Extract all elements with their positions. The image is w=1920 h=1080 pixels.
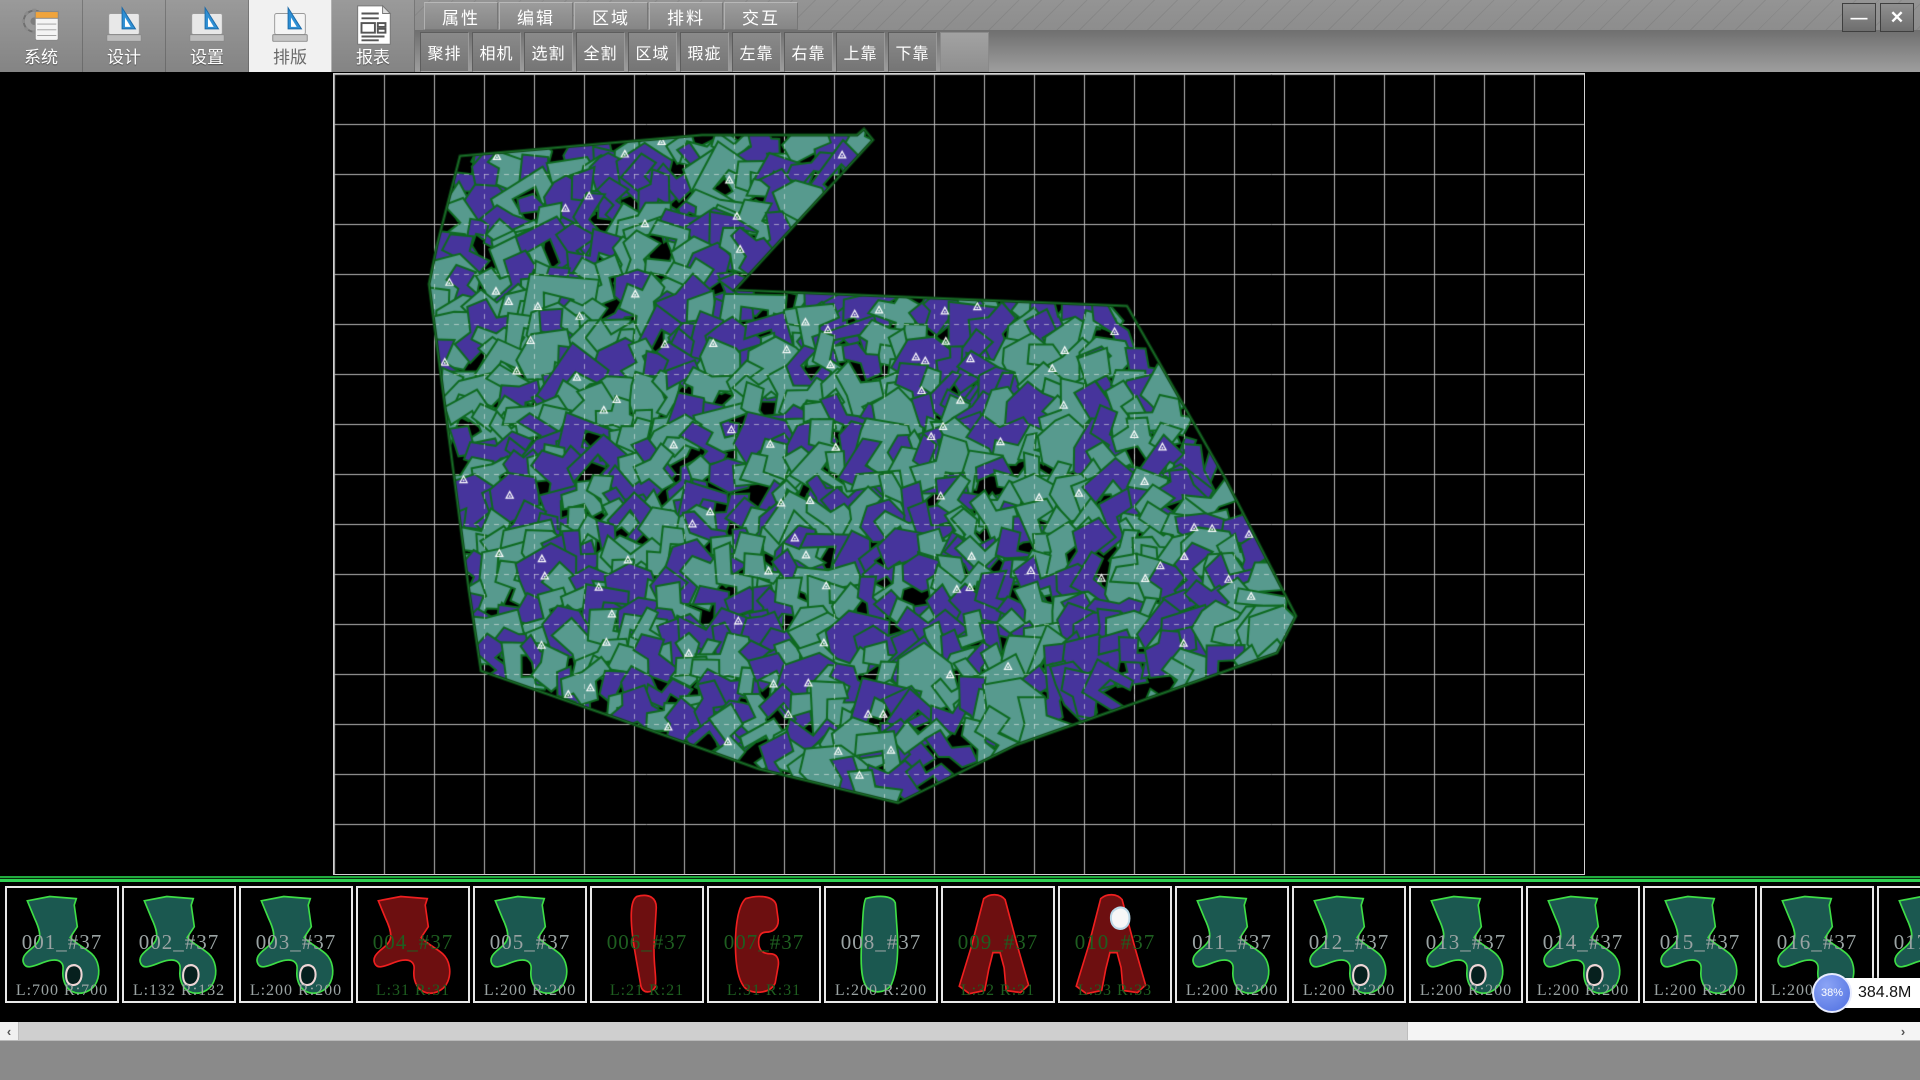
tool-button-6[interactable]: 瑕疵 <box>680 32 729 72</box>
tool-button-7[interactable]: 左靠 <box>732 32 781 72</box>
piece-thumbnail-012_#37[interactable]: 012_#37 L:200 R:200 <box>1292 886 1406 1003</box>
tool-bar: 聚排相机选割全割区域瑕疵左靠右靠上靠下靠 <box>420 32 989 72</box>
piece-name: 013_#37 <box>1411 930 1521 955</box>
piece-thumbnail-004_#37[interactable]: 004_#37 L:31 R:31 <box>356 886 470 1003</box>
app-tab-label: 设计 <box>107 48 141 68</box>
tool-button-1[interactable]: 聚排 <box>420 32 469 72</box>
piece-thumbnail-015_#37[interactable]: 015_#37 L:200 R:200 <box>1643 886 1757 1003</box>
piece-name: 002_#37 <box>124 930 234 955</box>
app-tab-label: 设置 <box>190 48 224 68</box>
piece-thumbnail-010_#37[interactable]: 010_#37 L:33 R:33 <box>1058 886 1172 1003</box>
piece-lr-count: L:33 R:33 <box>1060 982 1170 1000</box>
tool-button-5[interactable]: 区域 <box>628 32 677 72</box>
piece-thumbnail-002_#37[interactable]: 002_#37 L:132 R:132 <box>122 886 236 1003</box>
piece-name: 008_#37 <box>826 930 936 955</box>
main-toolbar: 系统设计设置排版报表 属性编辑区域排料交互 聚排相机选割全割区域瑕疵左靠右靠上靠… <box>0 0 1920 72</box>
tool-button-3[interactable]: 选割 <box>524 32 573 72</box>
piece-name: 014_#37 <box>1528 930 1638 955</box>
app-tab-report[interactable]: 报表 <box>332 0 415 72</box>
nest-canvas-frame <box>333 73 1585 875</box>
piece-name: 009_#37 <box>943 930 1053 955</box>
piece-lr-count: L:21 R:21 <box>592 982 702 1000</box>
tool-button-4[interactable]: 全割 <box>576 32 625 72</box>
piece-name: 005_#37 <box>475 930 585 955</box>
piece-lr-count: L:32 R:31 <box>943 982 1053 1000</box>
menu-item-5[interactable]: 交互 <box>724 2 798 30</box>
system-icon <box>18 2 64 48</box>
piece-name: 006_#37 <box>592 930 702 955</box>
piece-thumbnail-001_#37[interactable]: 001_#37 L:700 R:700 <box>5 886 119 1003</box>
piece-name: 007_#37 <box>709 930 819 955</box>
piece-thumbnail-008_#37[interactable]: 008_#37 L:200 R:200 <box>824 886 938 1003</box>
piece-lr-count: L:200 R:200 <box>475 982 585 1000</box>
piece-name: 003_#37 <box>241 930 351 955</box>
app-tab-label: 报表 <box>356 48 390 68</box>
menu-item-3[interactable]: 区域 <box>574 2 648 30</box>
tool-button-2[interactable]: 相机 <box>472 32 521 72</box>
app-tabs: 系统 设计 设置 排版 报表 <box>0 0 415 72</box>
scroll-left-icon[interactable]: ‹ <box>0 1022 18 1040</box>
settings-icon <box>184 2 230 48</box>
piece-thumbnail-006_#37[interactable]: 006_#37 L:21 R:21 <box>590 886 704 1003</box>
nesting-icon <box>267 2 313 48</box>
piece-lr-count: L:200 R:200 <box>1528 982 1638 1000</box>
piece-name: 017_#37 <box>1879 930 1920 955</box>
window-controls: — ✕ <box>1842 3 1914 32</box>
tool-button-blank <box>940 32 989 72</box>
tool-button-8[interactable]: 右靠 <box>784 32 833 72</box>
scrollbar-thumb[interactable] <box>18 1022 1408 1040</box>
piece-lr-count: L:200 R:200 <box>826 982 936 1000</box>
piece-lr-count: L:200 R:200 <box>1645 982 1755 1000</box>
piece-thumbnail-014_#37[interactable]: 014_#37 L:200 R:200 <box>1526 886 1640 1003</box>
app-tab-label: 系统 <box>24 48 58 68</box>
piece-name: 004_#37 <box>358 930 468 955</box>
piece-lr-count: L:31 R:31 <box>709 982 819 1000</box>
piece-lr-count: L:700 R:700 <box>7 982 117 1000</box>
piece-thumbnail-009_#37[interactable]: 009_#37 L:32 R:31 <box>941 886 1055 1003</box>
menu-item-1[interactable]: 属性 <box>424 2 498 30</box>
window-footer <box>0 1040 1920 1080</box>
progress-percent-badge: 38% <box>1812 973 1852 1013</box>
workspace <box>0 72 1920 878</box>
tool-button-9[interactable]: 上靠 <box>836 32 885 72</box>
piece-lr-count: L:200 R:200 <box>1294 982 1404 1000</box>
piece-thumbnail-003_#37[interactable]: 003_#37 L:200 R:200 <box>239 886 353 1003</box>
minimize-button[interactable]: — <box>1842 3 1876 32</box>
app-tab-settings[interactable]: 设置 <box>166 0 249 72</box>
app-tab-label: 排版 <box>273 48 307 68</box>
app-tab-nesting[interactable]: 排版 <box>249 0 332 72</box>
piece-thumbnail-013_#37[interactable]: 013_#37 L:200 R:200 <box>1409 886 1523 1003</box>
piece-lr-count: L:200 R:200 <box>241 982 351 1000</box>
application-window: 系统设计设置排版报表 属性编辑区域排料交互 聚排相机选割全割区域瑕疵左靠右靠上靠… <box>0 0 1920 1080</box>
piece-thumbnail-007_#37[interactable]: 007_#37 L:31 R:31 <box>707 886 821 1003</box>
piece-lr-count: L:31 R:31 <box>358 982 468 1000</box>
piece-lr-count: L:200 R:200 <box>1411 982 1521 1000</box>
piece-name: 016_#37 <box>1762 930 1872 955</box>
scroll-right-icon[interactable]: › <box>1894 1022 1912 1040</box>
report-icon <box>350 2 396 48</box>
piece-thumbnail-011_#37[interactable]: 011_#37 L:200 R:200 <box>1175 886 1289 1003</box>
horizontal-scrollbar[interactable]: ‹ › <box>0 1022 1920 1040</box>
piece-name: 012_#37 <box>1294 930 1404 955</box>
piece-thumbnail-strip: 001_#37 L:700 R:700 002_#37 L:132 R:132 003_… <box>0 882 1920 1008</box>
piece-name: 011_#37 <box>1177 930 1287 955</box>
menu-item-2[interactable]: 编辑 <box>499 2 573 30</box>
tool-button-10[interactable]: 下靠 <box>888 32 937 72</box>
menu-item-4[interactable]: 排料 <box>649 2 723 30</box>
piece-name: 001_#37 <box>7 930 117 955</box>
menu-bar: 属性编辑区域排料交互 <box>424 2 798 30</box>
close-button[interactable]: ✕ <box>1880 3 1914 32</box>
app-tab-design[interactable]: 设计 <box>83 0 166 72</box>
piece-lr-count: L:132 R:132 <box>124 982 234 1000</box>
piece-thumbnail-005_#37[interactable]: 005_#37 L:200 R:200 <box>473 886 587 1003</box>
piece-name: 010_#37 <box>1060 930 1170 955</box>
piece-name: 015_#37 <box>1645 930 1755 955</box>
piece-lr-count: L:200 R:200 <box>1177 982 1287 1000</box>
nesting-canvas[interactable] <box>334 74 1584 874</box>
design-icon <box>101 2 147 48</box>
app-tab-system[interactable]: 系统 <box>0 0 83 72</box>
